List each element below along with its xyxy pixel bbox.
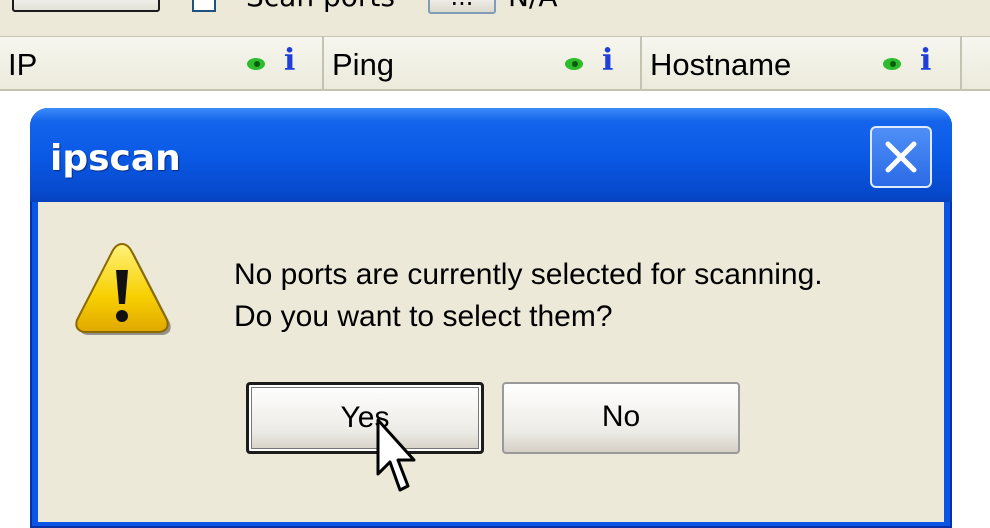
- message-line-1: No ports are currently selected for scan…: [234, 258, 823, 291]
- column-next[interactable]: [962, 37, 990, 89]
- column-hostname[interactable]: Hostname i: [642, 37, 962, 89]
- no-button[interactable]: No: [502, 382, 740, 454]
- message-line-2: Do you want to select them?: [234, 300, 613, 333]
- dialog-title: ipscan: [50, 138, 181, 179]
- column-ping[interactable]: Ping i: [324, 37, 642, 89]
- scan-ports-label: Scan ports: [246, 0, 395, 13]
- dialog-titlebar[interactable]: ipscan: [30, 108, 952, 202]
- ports-options-button[interactable]: ...: [428, 0, 496, 14]
- column-ping-label: Ping: [332, 47, 395, 82]
- info-icon[interactable]: i: [602, 43, 620, 79]
- info-icon[interactable]: i: [284, 43, 302, 79]
- eye-icon[interactable]: [882, 57, 902, 71]
- column-ip-label: IP: [8, 47, 38, 82]
- toolbar: Scan ports ... N/A: [0, 0, 990, 37]
- results-header: IP i Ping i Hostname i: [0, 37, 990, 91]
- eye-icon[interactable]: [564, 57, 584, 71]
- eye-icon[interactable]: [246, 57, 266, 71]
- warning-icon: [75, 242, 171, 335]
- scan-ports-checkbox[interactable]: [192, 0, 216, 12]
- column-ip[interactable]: IP i: [0, 37, 324, 89]
- column-hostname-label: Hostname: [650, 47, 792, 82]
- yes-button[interactable]: Yes: [246, 382, 484, 454]
- info-icon[interactable]: i: [920, 43, 938, 79]
- dialog-body: No ports are currently selected for scan…: [38, 202, 944, 522]
- mouse-cursor-icon: [376, 418, 416, 492]
- ports-value: N/A: [508, 0, 558, 13]
- dialog-message: No ports are currently selected for scan…: [234, 254, 823, 338]
- toolbar-button[interactable]: [12, 0, 160, 12]
- close-button[interactable]: [870, 126, 932, 188]
- close-icon: [885, 141, 917, 173]
- message-dialog: ipscan No ports are currently selected f…: [30, 108, 952, 528]
